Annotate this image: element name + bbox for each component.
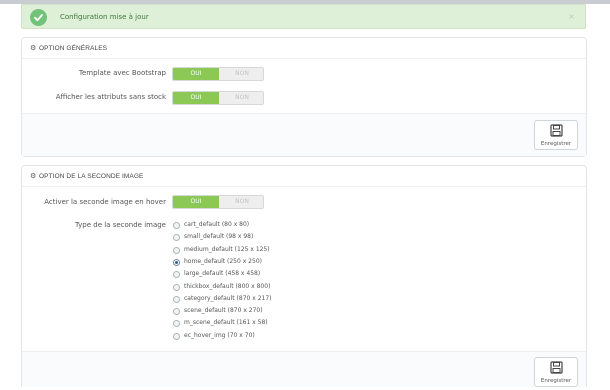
radio-label[interactable]: medium_default (125 x 125) xyxy=(184,246,270,253)
radio-button[interactable] xyxy=(173,332,180,340)
alert-message: Configuration mise à jour xyxy=(60,13,149,21)
radio-label[interactable]: category_default (870 x 217) xyxy=(184,295,272,302)
hover-image-label: Activer la seconde image en hover xyxy=(44,198,166,206)
panel-heading: ⚙ OPTION GÉNÉRALES xyxy=(22,38,586,59)
radio-label[interactable]: large_default (458 x 458) xyxy=(184,270,260,277)
switch-off[interactable]: NON xyxy=(219,68,263,80)
out-of-stock-attributes-switch[interactable]: OUI NON xyxy=(172,91,264,105)
radio-button[interactable] xyxy=(173,234,180,242)
close-icon[interactable]: × xyxy=(568,12,575,21)
hover-image-switch[interactable]: OUI NON xyxy=(172,195,264,209)
save-icon xyxy=(550,124,563,137)
save-icon xyxy=(550,361,563,374)
out-of-stock-attributes-label: Afficher les attributs sans stock xyxy=(55,93,166,101)
switch-off[interactable]: NON xyxy=(219,92,263,104)
radio-button[interactable] xyxy=(173,246,180,254)
bootstrap-template-label: Template avec Bootstrap xyxy=(78,69,166,77)
save-button[interactable]: Enregistrer xyxy=(534,357,578,387)
general-options-panel: ⚙ OPTION GÉNÉRALES Template avec Bootstra… xyxy=(21,37,587,157)
panel-title: OPTION DE LA SECONDE IMAGE xyxy=(39,173,144,180)
image-type-label: Type de la seconde image xyxy=(74,221,166,229)
radio-button[interactable] xyxy=(173,308,180,316)
switch-on[interactable]: OUI xyxy=(173,92,219,104)
bootstrap-template-switch[interactable]: OUI NON xyxy=(172,67,264,81)
radio-label[interactable]: m_scene_default (161 x 58) xyxy=(184,319,268,326)
radio-button[interactable] xyxy=(173,271,180,279)
radio-button[interactable] xyxy=(173,258,180,266)
panel-footer: Enregistrer xyxy=(22,351,586,387)
radio-button[interactable] xyxy=(173,222,180,229)
panel-heading: ⚙ OPTION DE LA SECONDE IMAGE xyxy=(22,166,586,187)
radio-button[interactable] xyxy=(173,295,180,303)
switch-on[interactable]: OUI xyxy=(173,68,219,80)
radio-label[interactable]: small_default (98 x 98) xyxy=(184,233,253,240)
panel-title: OPTION GÉNÉRALES xyxy=(39,45,108,52)
cogs-icon: ⚙ xyxy=(30,173,37,180)
radio-label[interactable]: scene_default (870 x 270) xyxy=(184,307,263,314)
panel-footer: Enregistrer xyxy=(22,113,586,156)
save-button[interactable]: Enregistrer xyxy=(534,120,578,150)
radio-button[interactable] xyxy=(173,320,180,328)
cogs-icon: ⚙ xyxy=(30,45,37,52)
switch-off[interactable]: NON xyxy=(219,196,263,208)
radio-label[interactable]: thickbox_default (800 x 800) xyxy=(184,283,270,290)
radio-label[interactable]: ec_hover_img (70 x 70) xyxy=(184,332,255,339)
radio-button[interactable] xyxy=(173,283,180,291)
save-button-label: Enregistrer xyxy=(540,378,572,384)
radio-label[interactable]: home_default (250 x 250) xyxy=(184,258,262,265)
check-circle-icon xyxy=(30,9,47,26)
save-button-label: Enregistrer xyxy=(540,141,572,147)
second-image-panel: ⚙ OPTION DE LA SECONDE IMAGE Activer la s… xyxy=(21,165,587,387)
success-alert: Configuration mise à jour × xyxy=(21,4,586,29)
radio-label[interactable]: cart_default (80 x 80) xyxy=(184,221,249,228)
switch-on[interactable]: OUI xyxy=(173,196,219,208)
